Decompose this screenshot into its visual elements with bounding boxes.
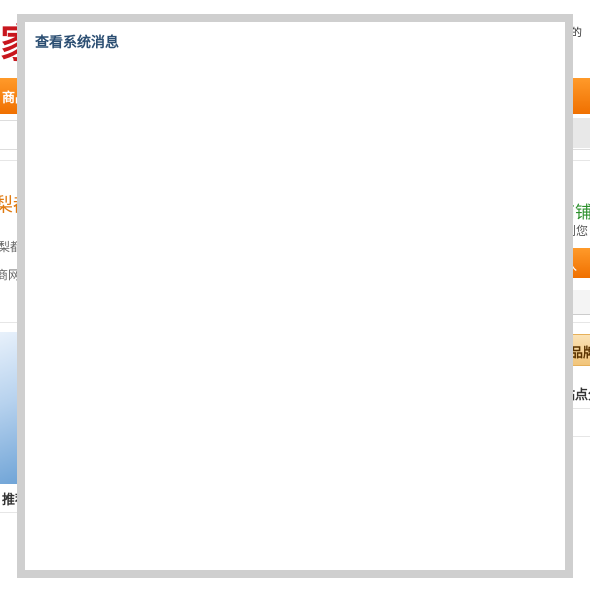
system-message-dialog: 查看系统消息 xyxy=(17,14,573,578)
dialog-content: 查看系统消息 xyxy=(25,22,565,570)
brand-tab-label: 品牌 xyxy=(570,346,590,361)
dialog-title: 查看系统消息 xyxy=(35,35,119,51)
dialog-body xyxy=(25,56,565,570)
tab-strip xyxy=(572,290,590,315)
